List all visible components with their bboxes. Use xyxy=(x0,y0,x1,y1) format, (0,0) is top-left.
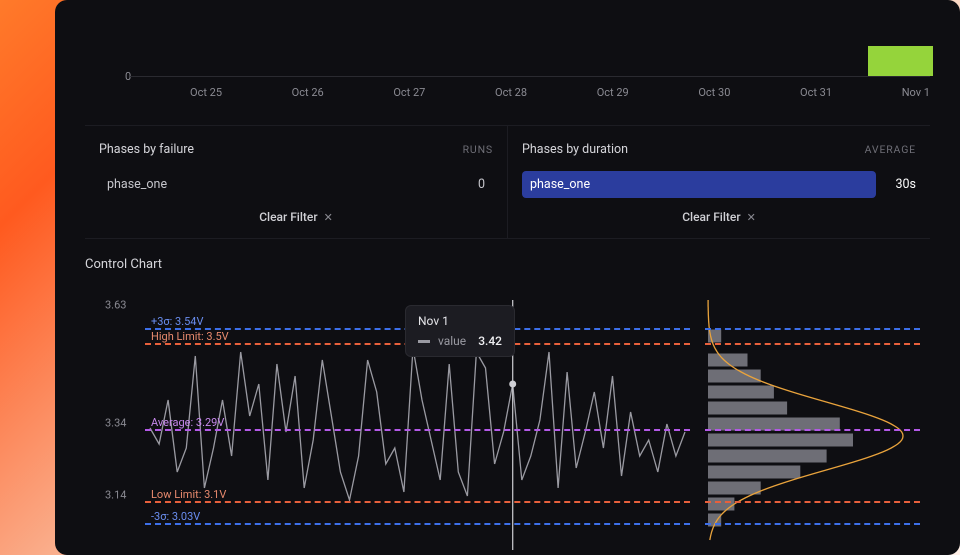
clear-filter-button[interactable]: Clear Filter ✕ xyxy=(522,210,916,224)
panel-title: Phases by failure xyxy=(99,142,194,157)
close-icon: ✕ xyxy=(747,211,756,224)
phase-row-selected[interactable]: phase_one 30s xyxy=(522,171,876,198)
ref-average: Average: 3.29V xyxy=(151,416,224,431)
x-tick: Oct 28 xyxy=(495,86,527,99)
y-tick: 3.63 xyxy=(105,299,126,312)
clear-filter-label: Clear Filter xyxy=(682,210,740,224)
cc-tooltip: Nov 1 value 3.42 xyxy=(405,305,515,357)
panel-metric-label: AVERAGE xyxy=(865,143,916,156)
phases-by-duration-panel: Phases by duration AVERAGE phase_one 30s… xyxy=(507,126,930,238)
cc-y-axis: 3.63 3.34 3.14 xyxy=(105,290,140,550)
y-tick: 3.34 xyxy=(105,417,126,430)
x-tick: Oct 26 xyxy=(292,86,324,99)
clear-filter-button[interactable]: Clear Filter ✕ xyxy=(99,210,493,224)
ref-plus3sigma: +3σ: 3.54V xyxy=(151,315,204,330)
control-chart-section: Control Chart 3.63 3.34 3.14 +3σ: 3.54V … xyxy=(85,257,930,550)
ref-high-limit: High Limit: 3.5V xyxy=(151,330,229,345)
phase-panels: Phases by failure RUNS phase_one 0 Clear… xyxy=(85,125,930,239)
y-tick: 3.14 xyxy=(105,489,126,502)
runs-by-day-chart: 0 Oct 25 Oct 26 Oct 27 Oct 28 Oct 29 Oct… xyxy=(55,0,960,105)
control-chart: 3.63 3.34 3.14 +3σ: 3.54V High Limit: 3.… xyxy=(105,290,930,550)
tooltip-value: 3.42 xyxy=(478,334,502,348)
cc-distribution xyxy=(705,290,920,550)
phase-value: 30s xyxy=(895,177,916,192)
section-title: Control Chart xyxy=(85,257,930,272)
ref-low-limit: Low Limit: 3.1V xyxy=(151,488,226,503)
tooltip-date: Nov 1 xyxy=(418,314,502,328)
x-tick: Oct 30 xyxy=(698,86,730,99)
tooltip-label: value xyxy=(438,334,466,348)
close-icon: ✕ xyxy=(324,211,333,224)
legend-swatch-icon xyxy=(418,340,430,343)
runs-bar-nov1[interactable] xyxy=(868,46,933,76)
x-tick: Oct 31 xyxy=(800,86,832,99)
phase-value: 0 xyxy=(478,177,485,192)
dashboard-card: 0 Oct 25 Oct 26 Oct 27 Oct 28 Oct 29 Oct… xyxy=(55,0,960,555)
phases-by-failure-panel: Phases by failure RUNS phase_one 0 Clear… xyxy=(85,126,507,238)
phase-row[interactable]: phase_one 0 xyxy=(99,171,493,198)
clear-filter-label: Clear Filter xyxy=(259,210,317,224)
x-tick: Oct 29 xyxy=(597,86,629,99)
phase-name: phase_one xyxy=(530,177,590,192)
panel-metric-label: RUNS xyxy=(463,143,493,156)
x-tick: Nov 1 xyxy=(902,86,930,99)
cc-line-plot[interactable]: +3σ: 3.54V High Limit: 3.5V Average: 3.2… xyxy=(145,290,690,550)
ref-minus3sigma: -3σ: 3.03V xyxy=(151,510,200,525)
top-axis xyxy=(130,76,930,77)
x-tick: Oct 27 xyxy=(393,86,425,99)
top-x-axis: Oct 25 Oct 26 Oct 27 Oct 28 Oct 29 Oct 3… xyxy=(190,86,930,99)
x-tick: Oct 25 xyxy=(190,86,222,99)
panel-title: Phases by duration xyxy=(522,142,628,157)
phase-name: phase_one xyxy=(107,177,167,192)
